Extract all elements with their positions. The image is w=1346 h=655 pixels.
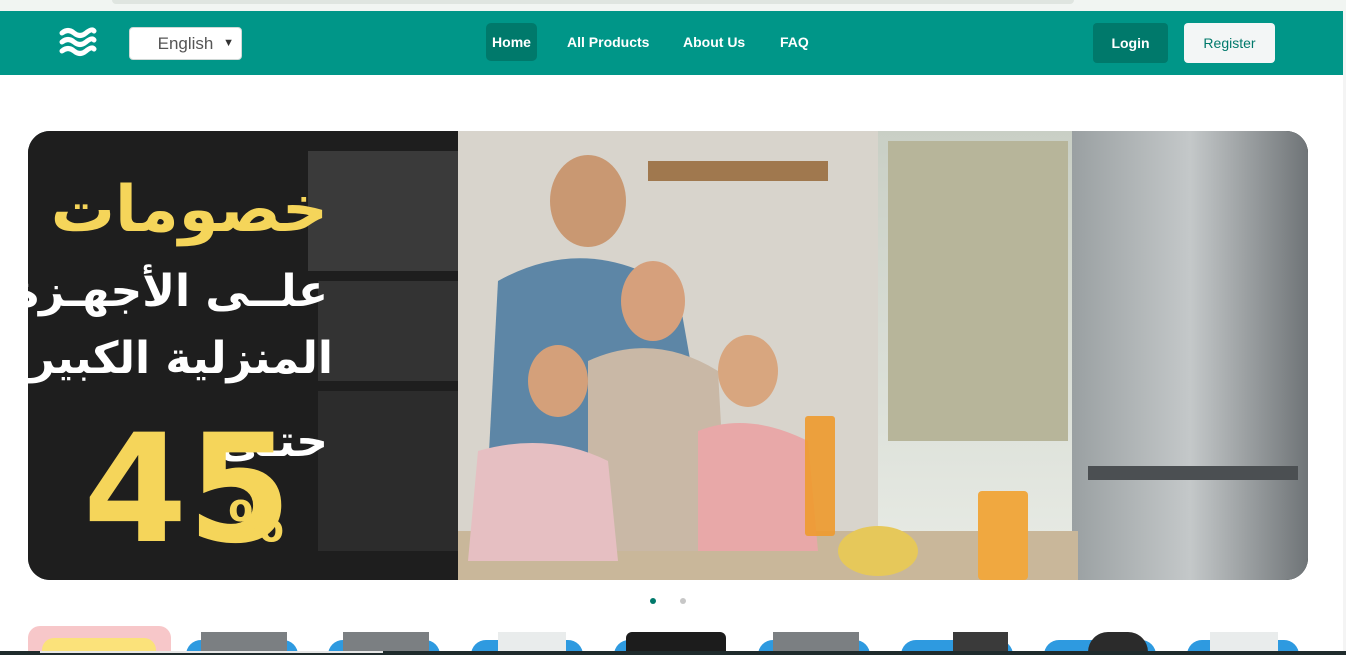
banner-percent-sign: % — [228, 490, 284, 555]
register-button[interactable]: Register — [1184, 23, 1275, 63]
nav-about-us[interactable]: About Us — [677, 23, 751, 61]
nav-faq[interactable]: FAQ — [774, 23, 815, 61]
banner-line3: المنزلية الكبيرة — [28, 333, 333, 384]
language-value: English — [157, 33, 214, 53]
banner-image: خصومات علــى الأجهـزة المنزلية الكبيرة ح… — [28, 131, 1308, 580]
top-bar-shadow — [112, 0, 1074, 4]
nav-all-products[interactable]: All Products — [561, 23, 655, 61]
browser-top-strip — [0, 0, 1346, 11]
waves-icon[interactable] — [58, 27, 98, 59]
chevron-down-icon: ▼ — [223, 37, 234, 49]
banner-headline: خصومات — [51, 173, 328, 247]
bottom-edge-highlight — [40, 651, 383, 653]
language-select[interactable]: English ▼ — [129, 27, 242, 60]
nav-home[interactable]: Home — [486, 23, 537, 61]
top-navbar: English ▼ Home All Products About Us FAQ… — [0, 11, 1343, 75]
page-bottom-edge — [0, 651, 1346, 655]
carousel-dot-1[interactable] — [650, 598, 656, 604]
login-button[interactable]: Login — [1093, 23, 1168, 63]
carousel-dot-2[interactable] — [680, 598, 686, 604]
carousel-indicators — [650, 598, 690, 606]
hero-banner[interactable]: خصومات علــى الأجهـزة المنزلية الكبيرة ح… — [28, 131, 1308, 580]
banner-line2: علــى الأجهـزة — [28, 264, 328, 317]
